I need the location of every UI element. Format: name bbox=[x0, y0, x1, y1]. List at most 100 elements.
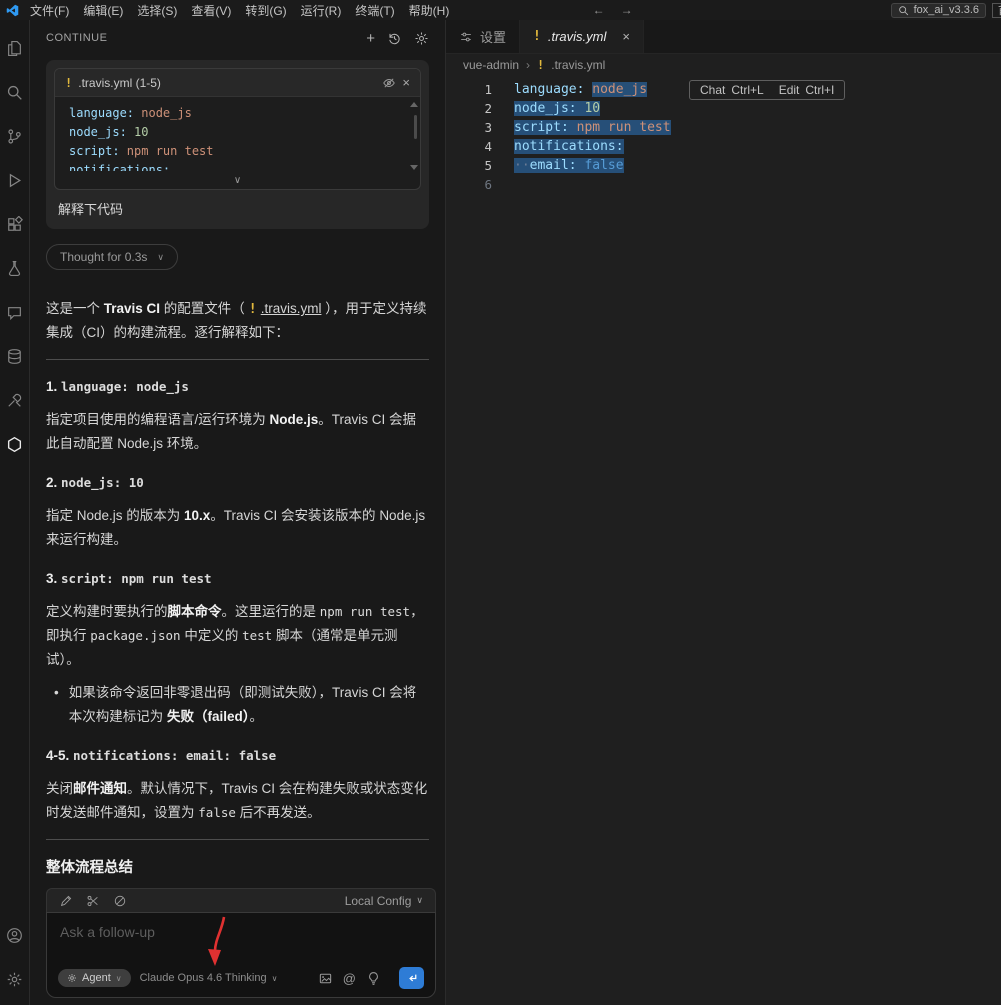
menu-item[interactable]: 编辑(E) bbox=[76, 2, 130, 19]
run-debug-icon[interactable] bbox=[0, 158, 30, 202]
editor-line[interactable]: 2 node_js: 10 bbox=[446, 99, 1001, 118]
titlebar-search-text: fox_ai_v3.3.6 bbox=[913, 4, 979, 16]
response-p: 指定 Node.js 的版本为 10.x。Travis CI 会安装该版本的 N… bbox=[46, 508, 426, 547]
line-number: 3 bbox=[484, 120, 492, 135]
tab-label: 设置 bbox=[480, 30, 507, 45]
titlebar-right: ← → fox_ai_v3.3.6 首 bbox=[585, 2, 1001, 18]
config-selector[interactable]: Local Config ∨ bbox=[345, 894, 423, 908]
tab-settings[interactable]: 设置 bbox=[446, 20, 521, 53]
database-extension-icon[interactable] bbox=[0, 334, 30, 378]
back-icon[interactable]: ← bbox=[585, 3, 613, 17]
prompt-bulb-icon[interactable] bbox=[366, 971, 381, 986]
response-p: 指定项目使用的编程语言/运行环境为 Node.js。Travis CI 会据此自… bbox=[46, 412, 417, 451]
continue-settings-icon[interactable] bbox=[414, 31, 429, 46]
titlebar-partial-button[interactable]: 首 bbox=[992, 2, 1001, 18]
editor-line[interactable]: 3 script: npm run test bbox=[446, 118, 1001, 137]
chat-input[interactable]: Ask a follow-up Agent ∨ Claude Opus 4.6 … bbox=[46, 912, 436, 998]
code-context-card[interactable]: ! .travis.yml (1-5) × language: node_jsn… bbox=[54, 68, 421, 190]
code-card-line: notifications: bbox=[69, 163, 171, 171]
close-icon[interactable]: × bbox=[402, 75, 410, 90]
ai-chat-extension-icon[interactable] bbox=[0, 290, 30, 334]
testing-icon[interactable] bbox=[0, 246, 30, 290]
breadcrumb-file[interactable]: .travis.yml bbox=[551, 58, 605, 72]
inline-chat-hint[interactable]: Chat Ctrl+L Edit Ctrl+I bbox=[689, 80, 846, 100]
input-toolbar: Agent ∨ Claude Opus 4.6 Thinking ∨ @ bbox=[58, 967, 424, 989]
menu-item[interactable]: 查看(V) bbox=[184, 2, 238, 19]
edit-pencil-icon[interactable] bbox=[59, 894, 73, 908]
hint-edit[interactable]: Edit Ctrl+I bbox=[779, 83, 835, 97]
scroll-up-icon[interactable] bbox=[410, 102, 418, 107]
menu-item[interactable]: 转到(G) bbox=[238, 2, 293, 19]
line-number: 2 bbox=[484, 101, 492, 116]
chat-input-placeholder: Ask a follow-up bbox=[60, 924, 155, 940]
response-h: 4-5. notifications: email: false bbox=[46, 748, 277, 763]
code-card-body: language: node_js node_js: 10 script: npm … bbox=[55, 97, 420, 171]
menu-item[interactable]: 帮助(H) bbox=[402, 2, 457, 19]
sidebar-actions: + bbox=[366, 31, 429, 46]
response-p: 这是一个 Travis CI 的配置文件（ ! .travis.yml ），用于定… bbox=[46, 297, 429, 345]
explorer-icon[interactable] bbox=[0, 26, 30, 70]
warning-icon: ! bbox=[65, 75, 73, 90]
agent-gear-icon bbox=[67, 973, 77, 983]
sidebar-title: CONTINUE bbox=[46, 32, 108, 44]
code-card-scrollbar[interactable] bbox=[414, 115, 417, 139]
continue-extension-icon[interactable] bbox=[0, 422, 30, 466]
menu-item[interactable]: 运行(R) bbox=[294, 2, 349, 19]
source-control-icon[interactable] bbox=[0, 114, 30, 158]
block-icon[interactable] bbox=[113, 894, 127, 908]
history-icon[interactable] bbox=[387, 31, 402, 46]
account-icon[interactable] bbox=[0, 913, 30, 957]
attach-image-icon[interactable] bbox=[318, 971, 333, 986]
eye-off-icon[interactable] bbox=[382, 76, 396, 90]
bullet-icon: • bbox=[54, 685, 59, 700]
tab-travis-yml[interactable]: ! .travis.yml × bbox=[520, 20, 644, 53]
workbench: CONTINUE + ! .travis.yml (1-5) × languag… bbox=[0, 20, 1001, 1005]
expand-code-card[interactable]: ∨ bbox=[55, 171, 420, 189]
titlebar-search[interactable]: fox_ai_v3.3.6 bbox=[890, 2, 986, 18]
breadcrumb[interactable]: vue-admin › ! .travis.yml bbox=[446, 54, 1001, 76]
search-sidebar-icon[interactable] bbox=[0, 70, 30, 114]
code-card-line: node_js: 10 bbox=[69, 125, 149, 139]
activity-bar-bottom bbox=[0, 913, 30, 1005]
response-p: 定义构建时要执行的脚本命令。这里运行的是 npm run test，即执行 pa… bbox=[46, 604, 424, 667]
agent-mode-selector[interactable]: Agent ∨ bbox=[58, 969, 131, 987]
tools-extension-icon[interactable] bbox=[0, 378, 30, 422]
send-button[interactable] bbox=[399, 967, 424, 989]
extensions-icon[interactable] bbox=[0, 202, 30, 246]
model-selector[interactable]: Claude Opus 4.6 Thinking ∨ bbox=[140, 972, 278, 984]
warning-icon: ! bbox=[248, 301, 257, 317]
hint-chat[interactable]: Chat Ctrl+L bbox=[700, 83, 764, 97]
forward-icon[interactable]: → bbox=[613, 3, 641, 17]
line-number: 1 bbox=[484, 82, 492, 97]
divider bbox=[46, 839, 429, 840]
vscode-window: 文件(F) 编辑(E) 选择(S) 查看(V) 转到(G) 运行(R) 终端(T) 帮助(H)… bbox=[0, 0, 1001, 1005]
composer-toolbar: Local Config ∨ bbox=[46, 888, 436, 912]
mention-icon[interactable]: @ bbox=[343, 971, 356, 986]
config-selector-label: Local Config bbox=[344, 893, 412, 908]
chevron-down-icon: ∨ bbox=[416, 895, 423, 905]
breadcrumb-folder[interactable]: vue-admin bbox=[463, 58, 519, 72]
input-actions: @ bbox=[318, 967, 424, 989]
editor-line[interactable]: 4 notifications: bbox=[446, 137, 1001, 156]
tab-label: .travis.yml bbox=[547, 29, 607, 44]
code-card-header: ! .travis.yml (1-5) × bbox=[55, 69, 420, 97]
editor-line[interactable]: 6 bbox=[446, 175, 1001, 194]
editor-line[interactable]: 5 ··email: false bbox=[446, 156, 1001, 175]
settings-gear-icon[interactable] bbox=[0, 957, 30, 1001]
menu-item[interactable]: 选择(S) bbox=[130, 2, 184, 19]
continue-sidebar: CONTINUE + ! .travis.yml (1-5) × languag… bbox=[30, 20, 446, 1005]
breadcrumb-separator: › bbox=[526, 58, 531, 72]
code-card-line: script: npm run test bbox=[69, 144, 214, 158]
scroll-down-icon[interactable] bbox=[410, 165, 418, 170]
thought-pill[interactable]: Thought for 0.3s ∨ bbox=[46, 244, 178, 270]
new-session-icon[interactable]: + bbox=[366, 31, 375, 46]
menu-item[interactable]: 文件(F) bbox=[23, 2, 76, 19]
file-chip[interactable]: ! .travis.yml bbox=[249, 297, 322, 321]
response-li: • 如果该命令返回非零退出码（即测试失败），Travis CI 会将本次构建标记为… bbox=[54, 681, 429, 729]
line-number: 6 bbox=[484, 177, 492, 192]
close-tab-icon[interactable]: × bbox=[622, 29, 630, 44]
sidebar-header: CONTINUE + bbox=[30, 20, 445, 56]
menu-item[interactable]: 终端(T) bbox=[348, 2, 401, 19]
scissors-icon[interactable] bbox=[86, 894, 100, 908]
code-card-line: language: node_js bbox=[69, 106, 192, 120]
